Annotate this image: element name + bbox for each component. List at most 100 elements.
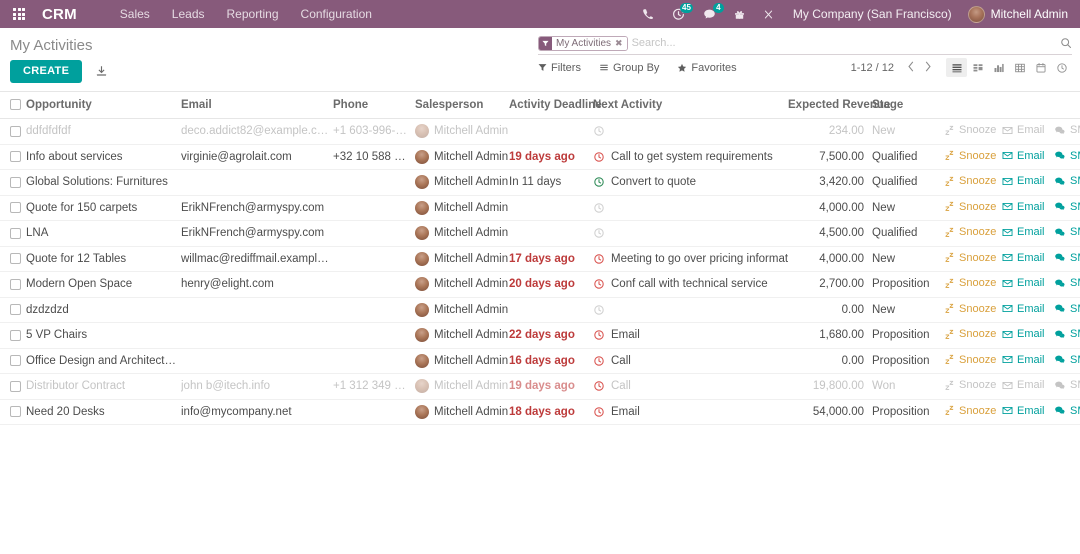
sms-action-button[interactable]: SMS	[1054, 379, 1080, 391]
email-action-button[interactable]: Email	[1002, 277, 1045, 289]
apps-menu-button[interactable]	[6, 0, 32, 28]
snooze-button[interactable]: Snooze	[944, 303, 996, 315]
cell-opportunity[interactable]: 5 VP Chairs	[26, 322, 181, 349]
cell-phone[interactable]	[333, 271, 415, 298]
cell-opportunity[interactable]: Quote for 12 Tables	[26, 246, 181, 272]
search-view[interactable]: My Activities ✖	[538, 35, 1072, 55]
row-checkbox[interactable]	[10, 355, 21, 367]
view-kanban-button[interactable]	[967, 58, 988, 77]
cell-salesperson[interactable]: Mitchell Admin	[415, 297, 509, 323]
column-header-phone[interactable]: Phone	[333, 92, 415, 119]
email-action-button[interactable]: Email	[1002, 150, 1045, 162]
sms-action-button[interactable]: SMS	[1054, 328, 1080, 340]
favorites-dropdown[interactable]: Favorites	[677, 60, 745, 76]
snooze-button[interactable]: Snooze	[944, 354, 996, 366]
cell-email[interactable]: ErikNFrench@armyspy.com	[181, 220, 333, 247]
cell-stage[interactable]: New	[872, 246, 944, 272]
table-row[interactable]: dzdzdzd Mitchell Admin 0.00 New Snooze Email S…	[0, 297, 1080, 323]
pager-next-button[interactable]	[919, 61, 936, 75]
cell-phone[interactable]	[333, 195, 415, 221]
sms-action-button[interactable]: SMS	[1054, 226, 1080, 238]
row-checkbox[interactable]	[10, 380, 21, 392]
search-button[interactable]	[1054, 37, 1072, 49]
row-checkbox[interactable]	[10, 304, 21, 316]
email-action-button[interactable]: Email	[1002, 252, 1045, 264]
cell-email[interactable]: virginie@agrolait.com	[181, 144, 333, 170]
cell-salesperson[interactable]: Mitchell Admin	[415, 271, 509, 298]
row-checkbox[interactable]	[10, 227, 21, 239]
cell-salesperson[interactable]: Mitchell Admin	[415, 322, 509, 349]
sms-action-button[interactable]: SMS	[1054, 303, 1080, 315]
cell-expected-revenue[interactable]: 4,000.00	[788, 195, 872, 221]
cell-next-activity[interactable]: Email	[593, 399, 788, 425]
cell-stage[interactable]: New	[872, 297, 944, 323]
cell-next-activity[interactable]	[593, 220, 788, 247]
cell-opportunity[interactable]: Quote for 150 carpets	[26, 195, 181, 221]
cell-expected-revenue[interactable]: 0.00	[788, 348, 872, 374]
search-input[interactable]	[631, 37, 1054, 49]
menu-item-reporting[interactable]: Reporting	[216, 0, 290, 28]
import-button[interactable]	[95, 65, 108, 78]
filters-dropdown[interactable]: Filters	[538, 60, 590, 76]
cell-activity-deadline[interactable]: 19 days ago	[509, 144, 593, 170]
sms-action-button[interactable]: SMS	[1054, 252, 1080, 264]
column-header-activity-deadline[interactable]: Activity Deadline	[509, 92, 602, 119]
sms-action-button[interactable]: SMS	[1054, 201, 1080, 213]
cell-email[interactable]: info@mycompany.net	[181, 399, 333, 425]
snooze-button[interactable]: Snooze	[944, 252, 996, 264]
table-row[interactable]: 5 VP Chairs Mitchell Admin 22 days ago Emai…	[0, 322, 1080, 349]
cell-phone[interactable]	[333, 348, 415, 374]
cell-stage[interactable]: New	[872, 118, 944, 145]
activity-menu-button[interactable]: 45	[663, 0, 694, 28]
sms-action-button[interactable]: SMS	[1054, 124, 1080, 136]
cell-email[interactable]	[181, 322, 333, 349]
cell-phone[interactable]	[333, 246, 415, 272]
cell-phone[interactable]	[333, 297, 415, 323]
row-checkbox[interactable]	[10, 253, 21, 265]
cell-next-activity[interactable]: Conf call with technical service	[593, 271, 788, 298]
cell-expected-revenue[interactable]: 7,500.00	[788, 144, 872, 170]
cell-expected-revenue[interactable]: 54,000.00	[788, 399, 872, 425]
row-checkbox[interactable]	[10, 202, 21, 214]
cell-opportunity[interactable]: Info about services	[26, 144, 181, 170]
table-row[interactable]: Need 20 Desks info@mycompany.net Mitchell …	[0, 399, 1080, 425]
sms-action-button[interactable]: SMS	[1054, 405, 1080, 417]
cell-phone[interactable]	[333, 322, 415, 349]
cell-activity-deadline[interactable]: 22 days ago	[509, 322, 593, 349]
row-checkbox[interactable]	[10, 151, 21, 163]
cell-expected-revenue[interactable]: 4,000.00	[788, 246, 872, 272]
cell-stage[interactable]: New	[872, 195, 944, 221]
cell-email[interactable]: deco.addict82@example.com	[181, 118, 333, 145]
cell-salesperson[interactable]: Mitchell Admin	[415, 246, 509, 272]
cell-next-activity[interactable]	[593, 118, 788, 145]
sms-action-button[interactable]: SMS	[1054, 150, 1080, 162]
row-checkbox[interactable]	[10, 125, 21, 137]
cell-next-activity[interactable]: Call	[593, 348, 788, 374]
row-checkbox[interactable]	[10, 329, 21, 341]
menu-item-leads[interactable]: Leads	[161, 0, 216, 28]
cell-email[interactable]	[181, 348, 333, 374]
cell-expected-revenue[interactable]: 1,680.00	[788, 322, 872, 349]
table-row[interactable]: Quote for 150 carpets ErikNFrench@armyspy…	[0, 195, 1080, 221]
column-header-opportunity[interactable]: Opportunity	[26, 92, 181, 119]
gift-button[interactable]	[725, 0, 754, 28]
cell-expected-revenue[interactable]: 0.00	[788, 297, 872, 323]
cell-email[interactable]: willmac@rediffmail.example.com	[181, 246, 333, 272]
close-button[interactable]	[754, 0, 783, 28]
snooze-button[interactable]: Snooze	[944, 124, 996, 136]
cell-email[interactable]	[181, 297, 333, 323]
table-row[interactable]: Modern Open Space henry@elight.com Mitchel…	[0, 271, 1080, 298]
email-action-button[interactable]: Email	[1002, 328, 1045, 340]
company-switcher[interactable]: My Company (San Francisco)	[783, 0, 962, 28]
menu-item-configuration[interactable]: Configuration	[290, 0, 383, 28]
sms-action-button[interactable]: SMS	[1054, 354, 1080, 366]
cell-activity-deadline[interactable]	[509, 220, 593, 247]
cell-opportunity[interactable]: ddfdfdfdf	[26, 118, 181, 145]
table-row[interactable]: Office Design and Architecture Mitchell A…	[0, 348, 1080, 374]
cell-stage[interactable]: Proposition	[872, 322, 944, 349]
cell-opportunity[interactable]: Need 20 Desks	[26, 399, 181, 425]
cell-opportunity[interactable]: Global Solutions: Furnitures	[26, 169, 181, 196]
cell-next-activity[interactable]: Call	[593, 373, 788, 400]
table-row[interactable]: Info about services virginie@agrolait.com…	[0, 144, 1080, 170]
cell-opportunity[interactable]: Modern Open Space	[26, 271, 181, 298]
